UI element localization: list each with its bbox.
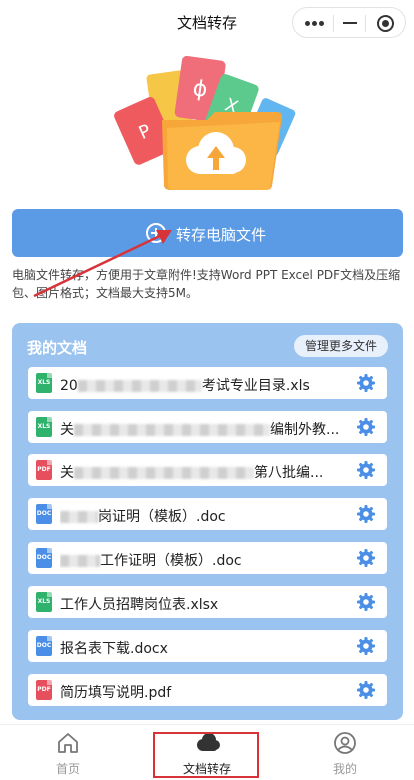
gear-icon[interactable] <box>356 504 376 524</box>
upload-description: 电脑文件转存，方便用于文章附件!支持Word PPT Excel PDF文档及压… <box>12 268 401 300</box>
folder-upload-icon <box>162 112 282 190</box>
nav-header: 文档转存 <box>0 0 414 44</box>
document-row[interactable]: PDF 简历填写说明.pdf <box>28 674 387 706</box>
xls-file-icon: XLS <box>36 417 52 437</box>
xls-file-icon: XLS <box>36 592 52 612</box>
document-name: 简历填写说明.pdf <box>60 685 172 701</box>
document-row[interactable]: PDF 关第八批编... <box>28 454 387 486</box>
gear-icon[interactable] <box>356 680 376 700</box>
document-row[interactable]: DOC 工作证明（模板）.doc <box>28 542 387 574</box>
document-name: 20 考试专业目录.xls <box>60 378 310 394</box>
upload-computer-file-button[interactable]: 转存电脑文件 <box>12 209 403 257</box>
document-row[interactable]: XLS 关编制外教... <box>28 411 387 443</box>
document-row[interactable]: XLS 工作人员招聘岗位表.xlsx <box>28 586 387 618</box>
miniapp-capsule <box>292 7 406 38</box>
tab-mine[interactable]: 我的 <box>295 725 395 780</box>
gear-icon[interactable] <box>356 373 376 393</box>
tab-label: 首页 <box>55 762 80 776</box>
document-row[interactable]: XLS 20 考试专业目录.xls <box>28 367 387 399</box>
highlight-box <box>153 732 259 778</box>
hero-illustration: ɸ X P <box>112 50 302 195</box>
add-circle-icon <box>146 223 166 243</box>
my-documents-panel: 我的文档 管理更多文件 XLS 20 考试专业目录.xls XLS 关编制外教..… <box>12 323 403 720</box>
upload-button-label: 转存电脑文件 <box>176 226 267 244</box>
my-documents-title: 我的文档 <box>27 339 88 357</box>
gear-icon[interactable] <box>356 592 376 612</box>
document-row[interactable]: DOC 岗证明（模板）.doc <box>28 498 387 530</box>
xls-file-icon: XLS <box>36 373 52 393</box>
document-name: 关第八批编... <box>60 465 324 481</box>
document-name: 岗证明（模板）.doc <box>60 506 350 526</box>
minimize-icon[interactable] <box>343 22 357 24</box>
user-icon <box>334 732 356 754</box>
document-name: 工作证明（模板）.doc <box>60 550 350 570</box>
gear-icon[interactable] <box>356 548 376 568</box>
home-icon <box>58 733 78 753</box>
doc-file-icon: DOC <box>36 504 52 524</box>
document-name: 报名表下载.docx <box>60 641 168 657</box>
more-icon[interactable] <box>305 21 325 26</box>
tab-label: 我的 <box>332 762 357 776</box>
manage-more-files-button[interactable]: 管理更多文件 <box>294 335 388 357</box>
doc-file-icon: DOC <box>36 548 52 568</box>
gear-icon[interactable] <box>356 417 376 437</box>
document-name: 关编制外教... <box>60 422 340 438</box>
close-miniapp-icon[interactable] <box>377 15 394 32</box>
tab-home[interactable]: 首页 <box>18 725 118 780</box>
pdf-file-icon: PDF <box>36 680 52 700</box>
gear-icon[interactable] <box>356 636 376 656</box>
document-name: 工作人员招聘岗位表.xlsx <box>60 597 219 613</box>
gear-icon[interactable] <box>356 460 376 480</box>
doc-file-icon: DOC <box>36 636 52 656</box>
pdf-file-icon: PDF <box>36 460 52 480</box>
document-row[interactable]: DOC 报名表下载.docx <box>28 630 387 662</box>
